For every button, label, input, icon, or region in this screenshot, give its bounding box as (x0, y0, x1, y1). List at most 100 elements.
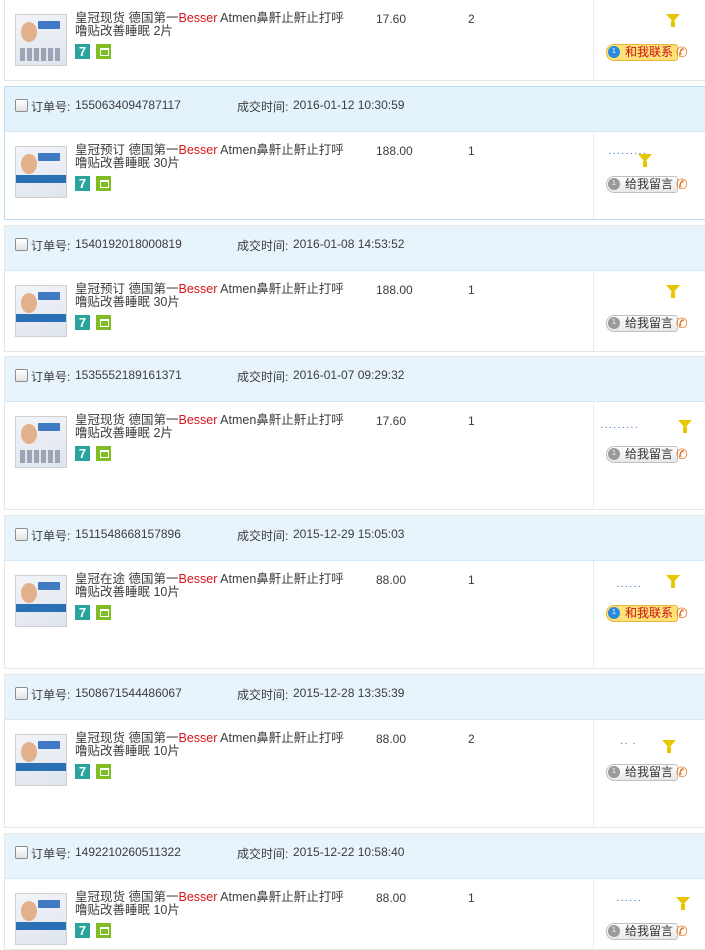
chat-bubble-icon: 1 (608, 448, 620, 460)
product-title[interactable]: 皇冠现货 德国第一Besser Atmen鼻鼾止鼾止打呼噜贴改善睡眠 2片 (75, 414, 347, 440)
order-number: 1511548668157896 (75, 527, 181, 541)
order-card: 订单号: 1508671544486067 成交时间: 2015-12-28 1… (4, 674, 705, 828)
filter-icon[interactable] (662, 740, 676, 753)
seller-name[interactable]: ······ (616, 581, 642, 592)
seven-day-return-icon[interactable]: 7 (75, 176, 90, 191)
shop-guarantee-icon[interactable] (96, 176, 111, 191)
order-checkbox[interactable] (15, 528, 28, 541)
filter-icon[interactable] (666, 14, 680, 27)
seller-column: ·· · 1 给我留言 ✆ (593, 720, 705, 827)
order-card: 订单号: 1535552189161371 成交时间: 2016-01-07 0… (4, 356, 705, 510)
phone-icon[interactable]: ✆ (676, 764, 690, 780)
phone-icon[interactable]: ✆ (676, 446, 690, 462)
quantity: 1 (468, 891, 475, 905)
shop-guarantee-icon[interactable] (96, 605, 111, 620)
unit-price: 17.60 (376, 12, 407, 26)
product-thumbnail[interactable] (15, 416, 67, 468)
seven-day-return-icon[interactable]: 7 (75, 605, 90, 620)
phone-icon[interactable]: ✆ (676, 605, 690, 621)
order-checkbox[interactable] (15, 369, 28, 382)
filter-icon[interactable] (666, 285, 680, 298)
deal-time: 2016-01-12 10:30:59 (293, 98, 405, 112)
seven-day-return-icon[interactable]: 7 (75, 315, 90, 330)
deal-time-label: 成交时间: (237, 529, 289, 543)
seller-column: ········· 1 给我留言 ✆ (593, 402, 705, 509)
seven-day-return-icon[interactable]: 7 (75, 44, 90, 59)
chat-bubble-icon: 1 (608, 766, 620, 778)
shop-guarantee-icon[interactable] (96, 764, 111, 779)
contact-seller-button[interactable]: 1 和我联系 (606, 44, 679, 61)
order-number-label: 订单号: (31, 847, 71, 861)
deal-time-label: 成交时间: (237, 370, 289, 384)
order-number: 1535552189161371 (75, 368, 182, 382)
contact-seller-button[interactable]: 1 和我联系 (606, 605, 679, 622)
phone-icon[interactable]: ✆ (676, 315, 690, 331)
seven-day-return-icon[interactable]: 7 (75, 923, 90, 938)
leave-message-button[interactable]: 1 给我留言 (606, 315, 679, 332)
leave-message-button[interactable]: 1 给我留言 (606, 764, 679, 781)
quantity: 2 (468, 732, 475, 746)
seller-column: 1 和我联系 ✆ (593, 0, 705, 80)
seller-name[interactable]: ········· (600, 422, 639, 433)
quantity: 1 (468, 573, 475, 587)
product-thumbnail[interactable] (15, 893, 67, 945)
product-title[interactable]: 皇冠预订 德国第一Besser Atmen鼻鼾止鼾止打呼噜贴改善睡眠 30片 (75, 144, 347, 170)
order-number-label: 订单号: (31, 370, 71, 384)
seller-column: ······ 1 给我留言 ✆ (593, 879, 705, 949)
product-thumbnail[interactable] (15, 146, 67, 198)
order-header: 订单号: 1535552189161371 成交时间: 2016-01-07 0… (5, 357, 705, 402)
seller-name[interactable]: ······ (616, 895, 642, 906)
deal-time-label: 成交时间: (237, 100, 289, 114)
seller-column: ········· 1 给我留言 ✆ (593, 132, 705, 219)
chat-bubble-icon: 1 (608, 607, 620, 619)
order-checkbox[interactable] (15, 238, 28, 251)
shop-guarantee-icon[interactable] (96, 44, 111, 59)
order-number-label: 订单号: (31, 529, 71, 543)
deal-time-label: 成交时间: (237, 239, 289, 253)
phone-icon[interactable]: ✆ (676, 176, 690, 192)
order-checkbox[interactable] (15, 846, 28, 859)
order-body: 皇冠现货 德国第一Besser Atmen鼻鼾止鼾止打呼噜贴改善睡眠 10片 8… (5, 720, 705, 827)
seven-day-return-icon[interactable]: 7 (75, 446, 90, 461)
product-title[interactable]: 皇冠现货 德国第一Besser Atmen鼻鼾止鼾止打呼噜贴改善睡眠 10片 (75, 891, 347, 917)
order-card: 订单号: 1492210260511322 成交时间: 2015-12-22 1… (4, 833, 705, 950)
order-checkbox[interactable] (15, 99, 28, 112)
filter-icon[interactable] (678, 420, 692, 433)
leave-message-button[interactable]: 1 给我留言 (606, 446, 679, 463)
phone-icon[interactable]: ✆ (676, 44, 690, 60)
service-badges: 7 (75, 315, 111, 330)
leave-message-button[interactable]: 1 给我留言 (606, 176, 679, 193)
phone-icon[interactable]: ✆ (676, 923, 690, 939)
filter-icon[interactable] (676, 897, 690, 910)
order-body: 皇冠在途 德国第一Besser Atmen鼻鼾止鼾止打呼噜贴改善睡眠 10片 8… (5, 561, 705, 668)
product-title[interactable]: 皇冠现货 德国第一Besser Atmen鼻鼾止鼾止打呼噜贴改善睡眠 2片 (75, 12, 347, 38)
seven-day-return-icon[interactable]: 7 (75, 764, 90, 779)
filter-icon[interactable] (666, 575, 680, 588)
leave-message-button[interactable]: 1 给我留言 (606, 923, 679, 940)
product-thumbnail[interactable] (15, 575, 67, 627)
quantity: 2 (468, 12, 475, 26)
order-body: 皇冠现货 德国第一Besser Atmen鼻鼾止鼾止打呼噜贴改善睡眠 2片 17… (5, 0, 705, 80)
product-thumbnail[interactable] (15, 734, 67, 786)
order-header: 订单号: 1550634094787117 成交时间: 2016-01-12 1… (5, 87, 705, 132)
product-title[interactable]: 皇冠在途 德国第一Besser Atmen鼻鼾止鼾止打呼噜贴改善睡眠 10片 (75, 573, 347, 599)
shop-guarantee-icon[interactable] (96, 923, 111, 938)
shop-guarantee-icon[interactable] (96, 315, 111, 330)
chat-bubble-icon: 1 (608, 925, 620, 937)
chat-bubble-icon: 1 (608, 46, 620, 58)
order-card: 订单号: 1550634094787117 成交时间: 2016-01-12 1… (4, 86, 705, 220)
shop-guarantee-icon[interactable] (96, 446, 111, 461)
deal-time-label: 成交时间: (237, 847, 289, 861)
product-title[interactable]: 皇冠现货 德国第一Besser Atmen鼻鼾止鼾止打呼噜贴改善睡眠 10片 (75, 732, 347, 758)
order-body: 皇冠现货 德国第一Besser Atmen鼻鼾止鼾止打呼噜贴改善睡眠 2片 1 7… (5, 402, 705, 509)
product-thumbnail[interactable] (15, 14, 67, 66)
product-title[interactable]: 皇冠预订 德国第一Besser Atmen鼻鼾止鼾止打呼噜贴改善睡眠 30片 (75, 283, 347, 309)
service-badges: 7 (75, 176, 111, 191)
order-checkbox[interactable] (15, 687, 28, 700)
seller-name[interactable]: ·· · (620, 738, 637, 749)
service-badges: 7 (75, 446, 111, 461)
deal-time: 2016-01-08 14:53:52 (293, 237, 405, 251)
product-thumbnail[interactable] (15, 285, 67, 337)
filter-icon[interactable] (638, 154, 652, 167)
quantity: 1 (468, 144, 475, 158)
